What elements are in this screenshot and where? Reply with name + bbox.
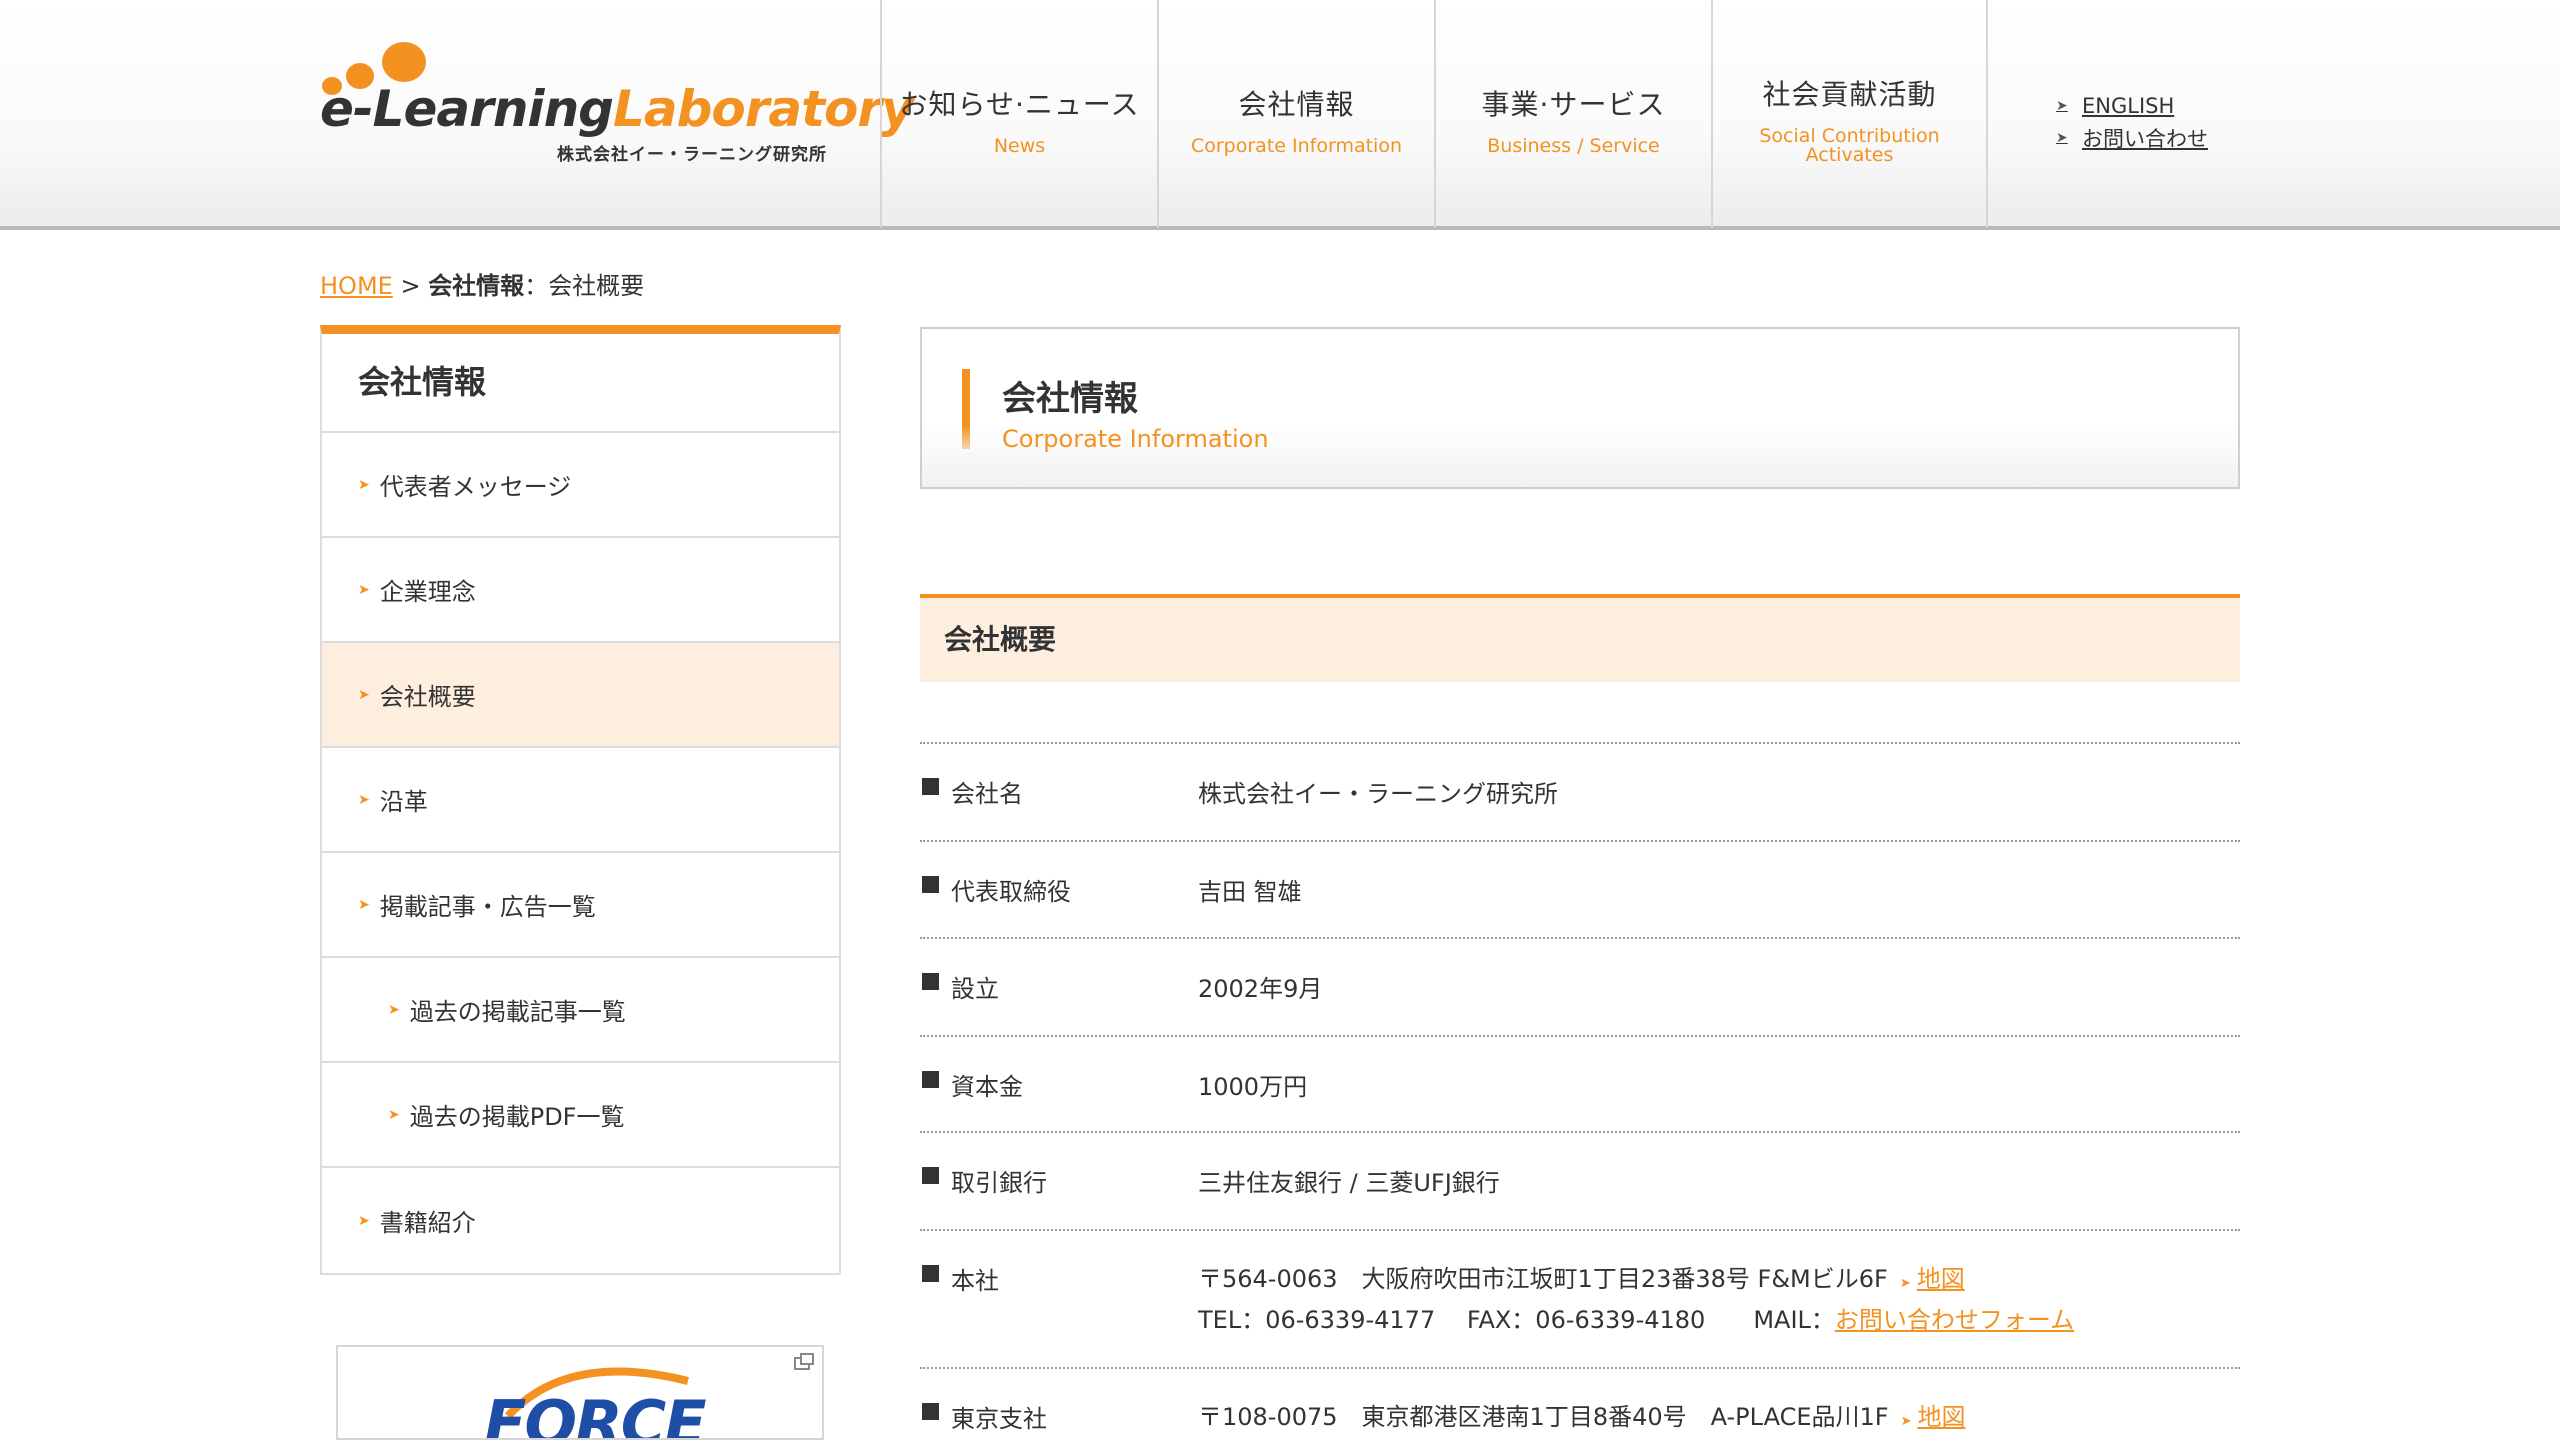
chevron-right-icon: ➤ <box>358 686 370 703</box>
chevron-right-icon: ➤ <box>358 581 370 598</box>
row-value: 吉田 智雄 <box>1198 878 1302 906</box>
row-value: 2002年9月 <box>1198 975 1323 1003</box>
table-row: 会社名 株式会社イー・ラーニング研究所 <box>920 742 2240 840</box>
chevron-right-icon: ➤ <box>2056 130 2068 146</box>
nav-business-service[interactable]: 事業·サービス Business / Service <box>1434 0 1711 228</box>
chevron-right-icon: ➤ <box>1899 1276 1911 1291</box>
chevron-right-icon: ➤ <box>388 1106 400 1123</box>
row-value: 株式会社イー・ラーニング研究所 <box>1198 780 1558 808</box>
nav-label-en: Business / Service <box>1487 134 1660 157</box>
heading-accent-bar <box>962 369 970 449</box>
head-office-address: 〒564-0063 大阪府吹田市江坂町1丁目23番38号 F&Mビル6F <box>1198 1265 1888 1293</box>
contact-link[interactable]: ➤ お問い合わせ <box>2056 122 2208 154</box>
banner-text: FORCE <box>484 1387 707 1440</box>
nav-label-ja: 会社情報 <box>1238 87 1355 121</box>
chevron-right-icon: ➤ <box>358 476 370 493</box>
page-subtitle: Corporate Information <box>1002 425 1269 453</box>
sidebar-item-message[interactable]: ➤ 代表者メッセージ <box>322 433 839 538</box>
sidebar-item-history[interactable]: ➤ 沿革 <box>322 748 839 853</box>
nav-corporate-information[interactable]: 会社情報 Corporate Information <box>1157 0 1434 228</box>
row-value: 1000万円 <box>1198 1073 1308 1101</box>
logo-company-name: 株式会社イー・ラーニング研究所 <box>557 145 827 165</box>
sidebar-item-past-pdf[interactable]: ➤ 過去の掲載PDF一覧 <box>322 1063 839 1168</box>
breadcrumb: HOME > 会社情報：会社概要 <box>320 272 645 300</box>
square-bullet-icon <box>922 1265 939 1282</box>
head-office-contact: TEL：06-6339-4177 FAX：06-6339-4180 MAIL： <box>1198 1306 1835 1334</box>
breadcrumb-home-link[interactable]: HOME <box>320 272 393 300</box>
square-bullet-icon <box>922 778 939 795</box>
row-label: 資本金 <box>920 1067 1198 1131</box>
contact-form-link[interactable]: お問い合わせフォーム <box>1835 1306 2074 1334</box>
chevron-right-icon: ➤ <box>358 791 370 808</box>
square-bullet-icon <box>922 1071 939 1088</box>
row-value: 三井住友銀行 / 三菱UFJ銀行 <box>1198 1169 1500 1197</box>
nav-social-contribution[interactable]: 社会貢献活動 Social Contribution Activates <box>1711 0 1988 228</box>
chevron-right-icon: ➤ <box>358 896 370 913</box>
utility-links: ➤ ENGLISH ➤ お問い合わせ <box>2056 90 2208 154</box>
table-row: 代表取締役 吉田 智雄 <box>920 840 2240 937</box>
sidebar: 会社情報 ➤ 代表者メッセージ ➤ 企業理念 ➤ 会社概要 ➤ 沿革 ➤ 掲載記… <box>320 325 841 1275</box>
table-row: 資本金 1000万円 <box>920 1035 2240 1131</box>
logo-wordmark: e-LearningLaboratory <box>320 80 914 138</box>
row-value: 〒564-0063 大阪府吹田市江坂町1丁目23番38号 F&Mビル6F ➤ 地図 … <box>1198 1261 2240 1367</box>
table-row: 東京支社 〒108-0075 東京都港区港南1丁目8番40号 A-PLACE品川… <box>920 1367 2240 1440</box>
tokyo-office-address: 〒108-0075 東京都港区港南1丁目8番40号 A-PLACE品川1F <box>1198 1403 1889 1431</box>
row-label: 取引銀行 <box>920 1163 1198 1229</box>
row-label: 本社 <box>920 1261 1198 1367</box>
table-row: 取引銀行 三井住友銀行 / 三菱UFJ銀行 <box>920 1131 2240 1229</box>
page-heading-box: 会社情報 Corporate Information <box>920 327 2240 489</box>
section-title: 会社概要 <box>920 594 2240 682</box>
square-bullet-icon <box>922 1167 939 1184</box>
row-label: 会社名 <box>920 774 1198 840</box>
nav-label-en: Social Contribution Activates <box>1759 125 1940 166</box>
nav-label-ja: 事業·サービス <box>1481 87 1666 121</box>
site-logo[interactable]: e-LearningLaboratory 株式会社イー・ラーニング研究所 <box>320 38 914 168</box>
nav-label-en: Corporate Information <box>1190 134 1402 157</box>
chevron-right-icon: ➤ <box>2056 98 2068 114</box>
chevron-right-icon: ➤ <box>388 1001 400 1018</box>
square-bullet-icon <box>922 1403 939 1420</box>
nav-label-en: News <box>993 134 1046 157</box>
tokyo-office-map-link[interactable]: 地図 <box>1917 1403 1965 1431</box>
nav-news[interactable]: お知らせ·ニュース News <box>880 0 1157 228</box>
row-label: 代表取締役 <box>920 872 1198 937</box>
nav-label-ja: お知らせ·ニュース <box>899 87 1140 121</box>
external-window-icon <box>794 1353 814 1370</box>
row-label: 設立 <box>920 969 1198 1035</box>
chevron-right-icon: ➤ <box>1900 1414 1912 1429</box>
square-bullet-icon <box>922 876 939 893</box>
company-info-table: 会社名 株式会社イー・ラーニング研究所 代表取締役 吉田 智雄 設立 2002年… <box>920 742 2240 1440</box>
sidebar-item-books[interactable]: ➤ 書籍紹介 <box>322 1168 839 1273</box>
breadcrumb-current: 会社概要 <box>548 272 645 300</box>
sidebar-title: 会社情報 <box>322 334 839 433</box>
chevron-right-icon: ➤ <box>358 1212 370 1229</box>
english-link[interactable]: ➤ ENGLISH <box>2056 90 2208 122</box>
table-row: 設立 2002年9月 <box>920 937 2240 1035</box>
square-bullet-icon <box>922 973 939 990</box>
breadcrumb-section: 会社情報 <box>428 272 525 300</box>
sidebar-item-philosophy[interactable]: ➤ 企業理念 <box>322 538 839 643</box>
sidebar-item-past-articles[interactable]: ➤ 過去の掲載記事一覧 <box>322 958 839 1063</box>
force-banner[interactable]: FORCE <box>336 1345 824 1440</box>
page-title: 会社情報 <box>1002 379 1138 419</box>
head-office-map-link[interactable]: 地図 <box>1917 1265 1965 1293</box>
sidebar-item-company-overview[interactable]: ➤ 会社概要 <box>322 643 839 748</box>
sidebar-item-articles[interactable]: ➤ 掲載記事・広告一覧 <box>322 853 839 958</box>
row-value: 〒108-0075 東京都港区港南1丁目8番40号 A-PLACE品川1F ➤ 地図 <box>1198 1399 2240 1440</box>
global-nav: お知らせ·ニュース News 会社情報 Corporate Informatio… <box>880 0 1988 228</box>
nav-label-ja: 社会貢献活動 <box>1762 78 1937 111</box>
row-label: 東京支社 <box>920 1399 1198 1440</box>
table-row: 本社 〒564-0063 大阪府吹田市江坂町1丁目23番38号 F&Mビル6F ➤… <box>920 1229 2240 1367</box>
site-header: e-LearningLaboratory 株式会社イー・ラーニング研究所 お知ら… <box>0 0 2560 230</box>
